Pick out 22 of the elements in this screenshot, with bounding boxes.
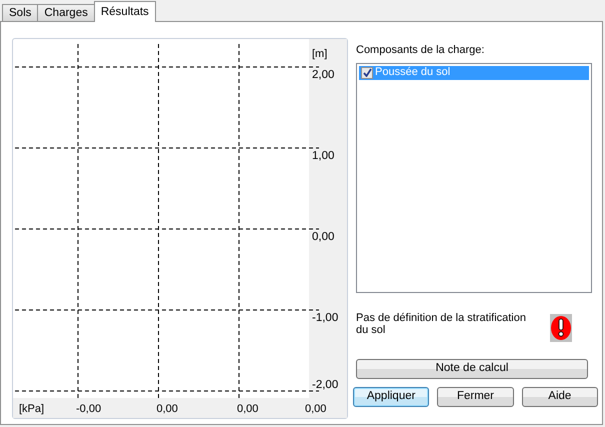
x-tick-label: 0,00 xyxy=(237,403,258,415)
tab[interactable]: Sols xyxy=(2,4,38,21)
button[interactable]: Appliquer xyxy=(353,386,430,406)
button[interactable]: Note de calcul xyxy=(356,358,588,378)
x-tick-label: 0,00 xyxy=(156,403,178,415)
y-tick-label: -2,00 xyxy=(312,379,338,391)
y-axis-label: [m] xyxy=(312,48,328,60)
tab[interactable]: Résultats xyxy=(94,1,156,22)
x-axis-label: [kPa] xyxy=(19,403,44,415)
x-tick-label: -0,00 xyxy=(76,403,102,415)
y-tick-label: 0,00 xyxy=(312,231,334,243)
button[interactable]: Aide xyxy=(522,386,598,406)
button[interactable]: Fermer xyxy=(437,386,514,406)
list-label: Composants de la charge: xyxy=(356,43,486,58)
warning-text: Pas de définition de la stratification du sol xyxy=(356,312,527,336)
x-tick-label: 0,00 xyxy=(305,403,326,415)
y-tick-label: 2,00 xyxy=(312,69,334,81)
tab[interactable]: Charges xyxy=(37,4,95,21)
checkbox[interactable] xyxy=(361,66,373,78)
warning-icon xyxy=(550,314,572,342)
y-tick-label: 1,00 xyxy=(312,150,334,162)
y-tick-label: -1,00 xyxy=(312,312,338,324)
